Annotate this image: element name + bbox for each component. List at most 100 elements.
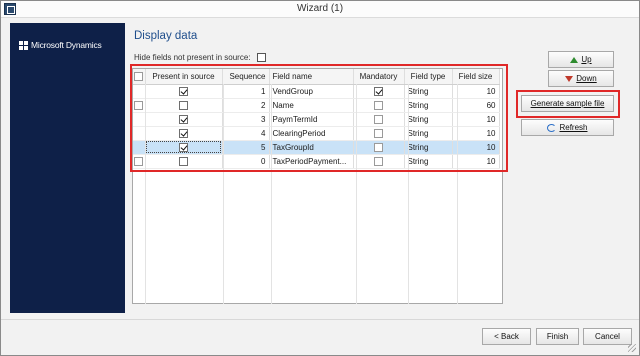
- present-in-source-cell[interactable]: [145, 98, 223, 113]
- field-name-cell[interactable]: TaxPeriodPayment...: [269, 154, 354, 169]
- field-type-cell[interactable]: String: [404, 140, 453, 155]
- select-all-checkbox[interactable]: [134, 72, 144, 82]
- mandatory-cell[interactable]: [353, 140, 405, 155]
- mandatory-checkbox[interactable]: [374, 86, 383, 96]
- sequence-cell[interactable]: 5: [222, 140, 270, 155]
- sequence-cell[interactable]: 4: [222, 126, 270, 141]
- col-mandatory[interactable]: Mandatory: [353, 69, 405, 85]
- row-select-cell[interactable]: [133, 140, 146, 155]
- arrow-up-icon: [570, 57, 579, 63]
- back-button-label: < Back: [494, 332, 519, 341]
- table-row[interactable]: 4 ClearingPeriod String 10: [133, 126, 500, 141]
- row-select-checkbox[interactable]: [134, 156, 144, 166]
- field-name-cell[interactable]: TaxGroupId: [269, 140, 354, 155]
- mandatory-checkbox[interactable]: [374, 114, 383, 124]
- table-header-row: Present in source Sequence Field name Ma…: [133, 69, 500, 85]
- field-size-cell[interactable]: 10: [452, 126, 500, 141]
- present-in-source-cell[interactable]: [145, 84, 223, 99]
- table-row[interactable]: 0 TaxPeriodPayment... String 10: [133, 154, 500, 169]
- present-in-source-checkbox[interactable]: [179, 156, 188, 166]
- mandatory-cell[interactable]: [353, 112, 405, 127]
- col-present-in-source[interactable]: Present in source: [145, 69, 223, 85]
- field-name-cell[interactable]: VendGroup: [269, 84, 354, 99]
- mandatory-cell[interactable]: [353, 84, 405, 99]
- back-button[interactable]: < Back: [482, 328, 531, 345]
- cancel-button[interactable]: Cancel: [583, 328, 632, 345]
- mandatory-checkbox[interactable]: [374, 128, 383, 138]
- field-size-cell[interactable]: 10: [452, 140, 500, 155]
- footer-divider: [1, 319, 639, 320]
- present-in-source-checkbox[interactable]: [179, 128, 188, 138]
- down-button-label: Down: [576, 74, 597, 83]
- field-type-cell[interactable]: String: [404, 98, 453, 113]
- row-select-cell[interactable]: [133, 126, 146, 141]
- refresh-icon: [547, 123, 557, 132]
- select-all-header[interactable]: [133, 69, 146, 85]
- sequence-cell[interactable]: 3: [222, 112, 270, 127]
- field-name-cell[interactable]: PaymTermId: [269, 112, 354, 127]
- present-in-source-cell[interactable]: [145, 140, 223, 155]
- page-title: Display data: [134, 30, 198, 42]
- microsoft-logo-icon: [19, 41, 28, 50]
- field-type-cell[interactable]: String: [404, 112, 453, 127]
- row-select-cell[interactable]: [133, 112, 146, 127]
- fields-grid: Present in source Sequence Field name Ma…: [132, 68, 503, 304]
- down-button[interactable]: Down: [548, 70, 614, 87]
- up-button[interactable]: Up: [548, 51, 614, 68]
- field-name-cell[interactable]: ClearingPeriod: [269, 126, 354, 141]
- mandatory-cell[interactable]: [353, 154, 405, 169]
- column-divider: [271, 84, 272, 304]
- mandatory-checkbox[interactable]: [374, 142, 383, 152]
- field-name-cell[interactable]: Name: [269, 98, 354, 113]
- present-in-source-cell[interactable]: [145, 154, 223, 169]
- title-bar: Wizard (1): [1, 1, 639, 18]
- present-in-source-checkbox[interactable]: [179, 114, 188, 124]
- hide-fields-label: Hide fields not present in source:: [134, 53, 251, 62]
- row-select-checkbox[interactable]: [134, 100, 144, 110]
- mandatory-cell[interactable]: [353, 98, 405, 113]
- table-row[interactable]: 5 TaxGroupId String 10: [133, 140, 500, 155]
- col-sequence[interactable]: Sequence: [222, 69, 270, 85]
- col-field-type[interactable]: Field type: [404, 69, 453, 85]
- fields-table: Present in source Sequence Field name Ma…: [133, 69, 500, 169]
- sequence-cell[interactable]: 2: [222, 98, 270, 113]
- present-in-source-cell[interactable]: [145, 112, 223, 127]
- col-field-size[interactable]: Field size: [452, 69, 500, 85]
- refresh-button-label: Refresh: [559, 123, 588, 132]
- mandatory-checkbox[interactable]: [374, 156, 383, 166]
- present-in-source-checkbox[interactable]: [179, 142, 188, 152]
- present-in-source-checkbox[interactable]: [179, 100, 188, 110]
- table-row[interactable]: 1 VendGroup String 10: [133, 84, 500, 99]
- present-in-source-checkbox[interactable]: [179, 86, 188, 96]
- col-field-name[interactable]: Field name: [269, 69, 354, 85]
- column-divider: [356, 84, 357, 304]
- sequence-cell[interactable]: 1: [222, 84, 270, 99]
- present-in-source-cell[interactable]: [145, 126, 223, 141]
- row-select-cell[interactable]: [133, 98, 146, 113]
- column-divider: [145, 84, 146, 304]
- refresh-button[interactable]: Refresh: [521, 119, 614, 136]
- sequence-cell[interactable]: 0: [222, 154, 270, 169]
- row-select-cell[interactable]: [133, 154, 146, 169]
- field-type-cell[interactable]: String: [404, 84, 453, 99]
- field-size-cell[interactable]: 10: [452, 84, 500, 99]
- cancel-button-label: Cancel: [595, 332, 620, 341]
- arrow-down-icon: [565, 76, 574, 82]
- hide-fields-checkbox[interactable]: [257, 53, 266, 62]
- wizard-window: Wizard (1) Microsoft Dynamics Display da…: [0, 0, 640, 356]
- table-row[interactable]: 2 Name String 60: [133, 98, 500, 113]
- generate-sample-file-button[interactable]: Generate sample file: [521, 95, 614, 112]
- field-size-cell[interactable]: 10: [452, 112, 500, 127]
- table-row[interactable]: 3 PaymTermId String 10: [133, 112, 500, 127]
- finish-button[interactable]: Finish: [536, 328, 579, 345]
- field-type-cell[interactable]: String: [404, 154, 453, 169]
- up-button-label: Up: [581, 55, 592, 64]
- resize-grip-icon[interactable]: [628, 344, 636, 352]
- row-select-cell[interactable]: [133, 84, 146, 99]
- mandatory-checkbox[interactable]: [374, 100, 383, 110]
- field-type-cell[interactable]: String: [404, 126, 453, 141]
- brand-sidebar: Microsoft Dynamics: [10, 23, 125, 313]
- mandatory-cell[interactable]: [353, 126, 405, 141]
- field-size-cell[interactable]: 60: [452, 98, 500, 113]
- field-size-cell[interactable]: 10: [452, 154, 500, 169]
